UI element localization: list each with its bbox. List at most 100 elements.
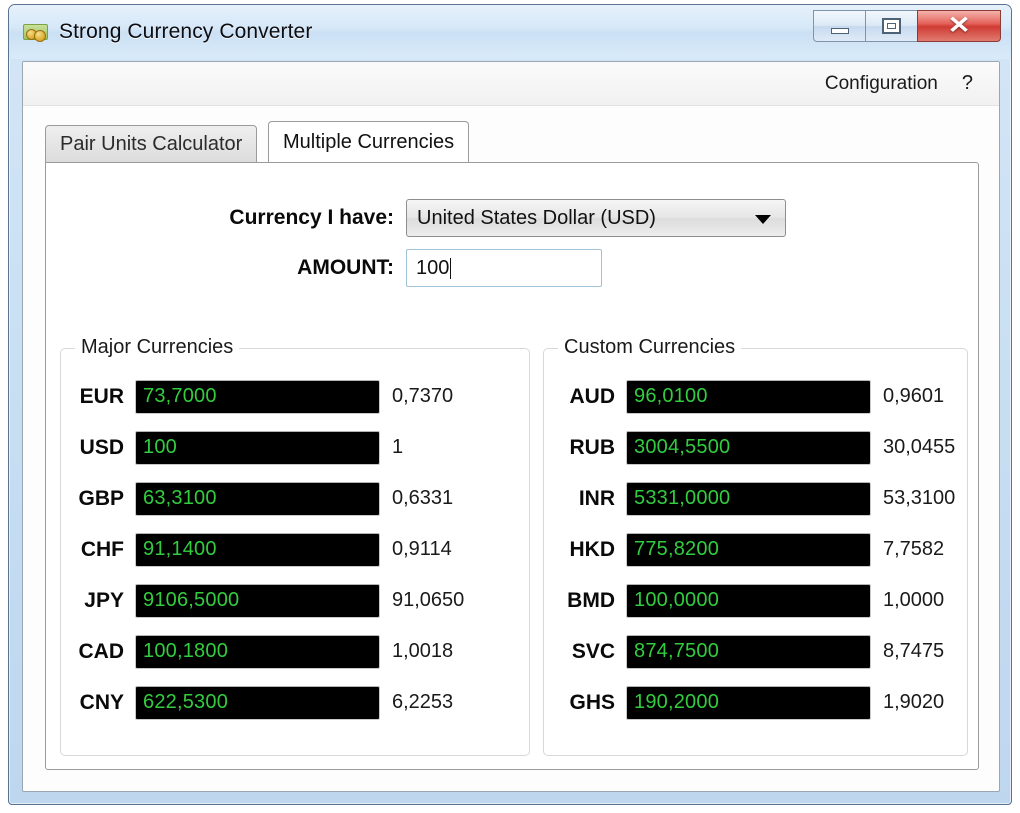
currency-row: INR 5331,0000 53,3100 <box>544 473 967 524</box>
currency-amount-value: 100,0000 <box>634 589 720 611</box>
currency-amount-value: 775,8200 <box>634 538 720 560</box>
currency-code-label: RUB <box>569 435 616 459</box>
currency-code-label: CAD <box>78 639 125 663</box>
currency-amount-value: 100 <box>143 436 177 458</box>
currency-rate-value: 0,9601 <box>883 385 945 407</box>
currency-amount-value: 91,1400 <box>143 538 217 560</box>
currency-amount-value: 5331,0000 <box>634 487 731 509</box>
currency-amount-field[interactable]: 100,1800 <box>135 634 380 669</box>
menu-item-help[interactable]: ? <box>950 68 989 99</box>
currency-amount-value: 100,1800 <box>143 640 229 662</box>
amount-row: AMOUNT: 100 <box>46 249 978 287</box>
currency-amount-field[interactable]: 73,7000 <box>135 379 380 414</box>
tab-pair-units-calculator[interactable]: Pair Units Calculator <box>45 125 258 162</box>
currency-amount-field[interactable]: 190,2000 <box>626 685 871 720</box>
chevron-down-icon <box>755 215 771 224</box>
tab-strip: Pair Units Calculator Multiple Currencie… <box>23 121 999 162</box>
currency-amount-field[interactable]: 96,0100 <box>626 379 871 414</box>
menu-bar: Configuration ? <box>23 62 999 106</box>
currency-amount-field[interactable]: 63,3100 <box>135 481 380 516</box>
currency-code-label: EUR <box>79 384 124 408</box>
currency-code-label: SVC <box>571 639 615 663</box>
currency-amount-field[interactable]: 9106,5000 <box>135 583 380 618</box>
currency-row: SVC 874,7500 8,7475 <box>544 626 967 677</box>
currency-code-label: GBP <box>78 486 124 510</box>
currency-row: CHF 91,1400 0,9114 <box>61 524 529 575</box>
currency-amount-value: 622,5300 <box>143 691 229 713</box>
currency-row: JPY 9106,5000 91,0650 <box>61 575 529 626</box>
currency-amount-value: 96,0100 <box>634 385 708 407</box>
minimize-button[interactable] <box>813 10 865 42</box>
group-major-currencies: Major Currencies EUR 73,7000 0,7370 USD 100 1… <box>60 336 530 756</box>
text-caret <box>450 257 452 279</box>
currency-rate-value: 8,7475 <box>883 640 945 662</box>
close-icon: ✕ <box>947 12 971 39</box>
currency-rate-value: 1,0018 <box>392 640 454 662</box>
maximize-icon <box>882 18 901 34</box>
application-window: Strong Currency Converter ✕ Configuratio… <box>8 4 1012 805</box>
tab-page-multiple-currencies: Currency I have: United States Dollar (U… <box>45 162 979 770</box>
currency-row: BMD 100,0000 1,0000 <box>544 575 967 626</box>
currency-amount-field[interactable]: 100 <box>135 430 380 465</box>
currency-code-label: GHS <box>569 690 615 714</box>
currency-row: AUD 96,0100 0,9601 <box>544 371 967 422</box>
currency-row: RUB 3004,5500 30,0455 <box>544 422 967 473</box>
currency-rate-value: 91,0650 <box>392 589 465 611</box>
currency-amount-value: 3004,5500 <box>634 436 731 458</box>
currency-amount-field[interactable]: 100,0000 <box>626 583 871 618</box>
currency-rate-value: 30,0455 <box>883 436 956 458</box>
currency-row: USD 100 1 <box>61 422 529 473</box>
currency-amount-field[interactable]: 775,8200 <box>626 532 871 567</box>
currency-code-label: HKD <box>569 537 616 561</box>
currency-amount-field[interactable]: 874,7500 <box>626 634 871 669</box>
major-currency-list: EUR 73,7000 0,7370 USD 100 1 GBP 63,3100 0,6331 C… <box>61 371 529 728</box>
amount-input-value: 100 <box>416 256 450 279</box>
currency-amount-field[interactable]: 91,1400 <box>135 532 380 567</box>
currency-rate-value: 1 <box>392 436 404 458</box>
currency-code-label: INR <box>578 486 615 510</box>
currency-row: GHS 190,2000 1,9020 <box>544 677 967 728</box>
currency-select[interactable]: United States Dollar (USD) <box>406 199 786 237</box>
currency-label: Currency I have: <box>229 206 394 229</box>
currency-row: CAD 100,1800 1,0018 <box>61 626 529 677</box>
currency-code-label: AUD <box>569 384 616 408</box>
currency-rate-value: 0,6331 <box>392 487 454 509</box>
currency-amount-value: 190,2000 <box>634 691 720 713</box>
currency-amount-field[interactable]: 3004,5500 <box>626 430 871 465</box>
window-title: Strong Currency Converter <box>59 20 313 43</box>
custom-currency-list: AUD 96,0100 0,9601 RUB 3004,5500 30,0455 INR 53… <box>544 371 967 728</box>
currency-rate-value: 6,2253 <box>392 691 454 713</box>
menu-item-configuration[interactable]: Configuration <box>813 69 950 99</box>
currency-amount-value: 9106,5000 <box>143 589 240 611</box>
currency-rate-value: 53,3100 <box>883 487 956 509</box>
title-bar: Strong Currency Converter ✕ <box>9 5 1011 59</box>
group-custom-currencies: Custom Currencies AUD 96,0100 0,9601 RUB 300… <box>543 336 968 756</box>
currency-code-label: JPY <box>84 588 124 612</box>
amount-input[interactable]: 100 <box>406 249 602 287</box>
currency-amount-field[interactable]: 622,5300 <box>135 685 380 720</box>
close-button[interactable]: ✕ <box>917 10 1001 42</box>
currency-code-label: CHF <box>80 537 124 561</box>
currency-row: EUR 73,7000 0,7370 <box>61 371 529 422</box>
currency-rate-value: 0,7370 <box>392 385 454 407</box>
group-major-title: Major Currencies <box>75 336 240 359</box>
currency-rate-value: 7,7582 <box>883 538 945 560</box>
currency-amount-value: 63,3100 <box>143 487 217 509</box>
currency-code-label: BMD <box>567 588 615 612</box>
minimize-icon <box>830 28 849 34</box>
currency-amount-value: 73,7000 <box>143 385 217 407</box>
window-controls: ✕ <box>813 10 1001 42</box>
currency-rate-value: 1,0000 <box>883 589 945 611</box>
currency-row: HKD 775,8200 7,7582 <box>544 524 967 575</box>
conversion-form: Currency I have: United States Dollar (U… <box>46 199 978 299</box>
currency-select-value: United States Dollar (USD) <box>417 206 656 229</box>
currency-amount-field[interactable]: 5331,0000 <box>626 481 871 516</box>
money-icon <box>23 21 49 43</box>
currency-row: GBP 63,3100 0,6331 <box>61 473 529 524</box>
maximize-button[interactable] <box>865 10 917 42</box>
currency-rate-value: 1,9020 <box>883 691 945 713</box>
tab-multiple-currencies[interactable]: Multiple Currencies <box>268 121 470 162</box>
currency-code-label: USD <box>79 435 124 459</box>
currency-row: Currency I have: United States Dollar (U… <box>46 199 978 237</box>
client-area: Configuration ? Pair Units Calculator Mu… <box>22 61 1000 792</box>
